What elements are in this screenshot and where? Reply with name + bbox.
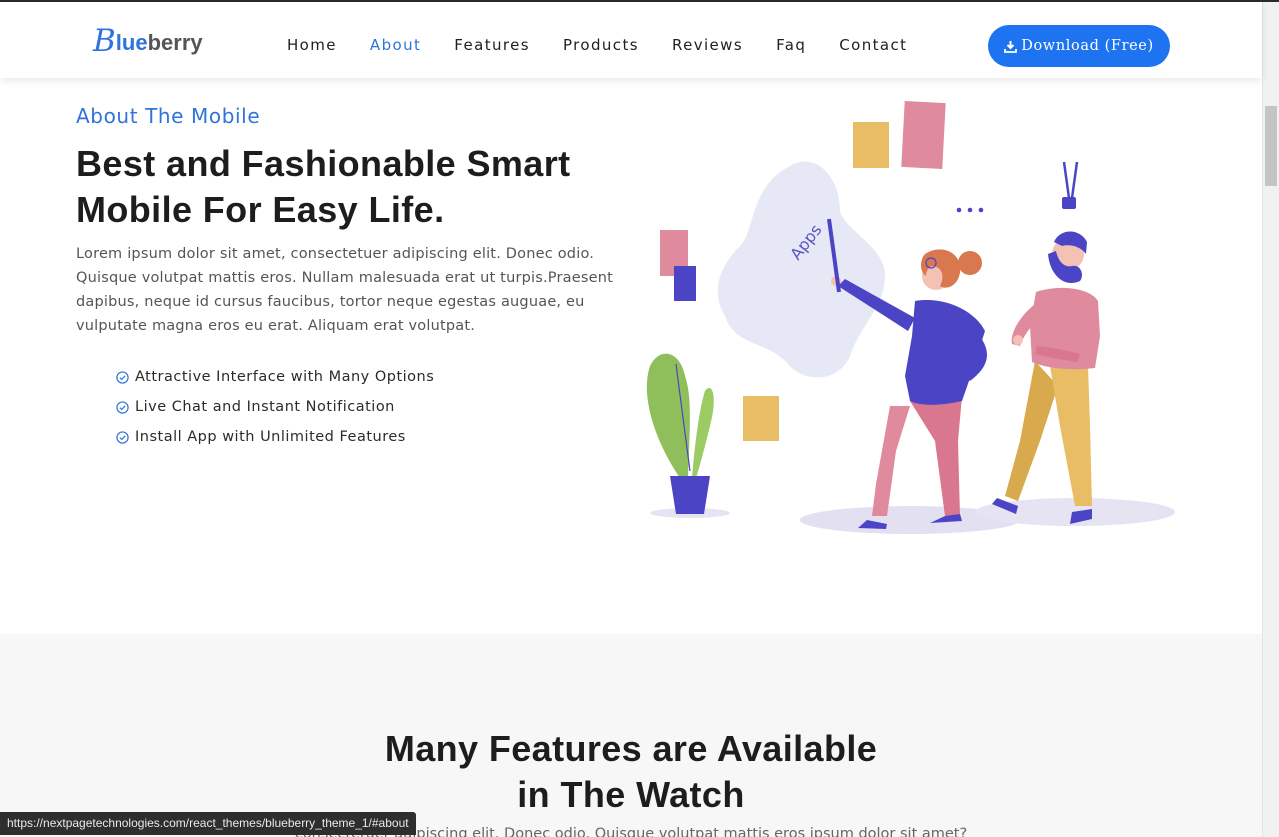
list-item: Live Chat and Instant Notification bbox=[116, 392, 434, 422]
page-scrollbar[interactable] bbox=[1262, 2, 1279, 837]
nav-reviews[interactable]: Reviews bbox=[672, 36, 743, 54]
about-kicker: About The Mobile bbox=[76, 104, 261, 128]
nav-about[interactable]: About bbox=[370, 36, 421, 54]
status-bar-url: https://nextpagetechnologies.com/react_t… bbox=[0, 812, 416, 835]
nav-products[interactable]: Products bbox=[563, 36, 639, 54]
logo-letter: B bbox=[93, 23, 116, 59]
features-title-line2: in The Watch bbox=[517, 774, 745, 815]
list-item: Install App with Unlimited Features bbox=[116, 422, 434, 452]
feature-text: Attractive Interface with Many Options bbox=[135, 369, 435, 385]
about-illustration: Apps bbox=[646, 100, 1175, 534]
main-nav: Home About Features Products Reviews Faq… bbox=[287, 36, 940, 54]
nav-faq[interactable]: Faq bbox=[776, 36, 806, 54]
about-title: Best and Fashionable Smart Mobile For Ea… bbox=[76, 143, 571, 230]
feature-text: Install App with Unlimited Features bbox=[135, 429, 406, 445]
nav-features[interactable]: Features bbox=[454, 36, 530, 54]
feature-text: Live Chat and Instant Notification bbox=[135, 399, 395, 415]
nav-home[interactable]: Home bbox=[287, 36, 337, 54]
scrollbar-thumb[interactable] bbox=[1265, 106, 1277, 186]
about-body: Lorem ipsum dolor sit amet, consectetuer… bbox=[76, 246, 614, 334]
about-feature-list: Attractive Interface with Many Options L… bbox=[116, 362, 434, 452]
features-title-line1: Many Features are Available bbox=[384, 728, 878, 769]
brand-logo[interactable]: B lue berry bbox=[93, 22, 203, 59]
site-header: B lue berry Home About Features Products… bbox=[0, 2, 1262, 78]
download-icon bbox=[1004, 40, 1018, 53]
download-button[interactable]: Download (Free) bbox=[988, 25, 1170, 67]
logo-gray-part: berry bbox=[147, 30, 203, 55]
check-circle-icon bbox=[116, 400, 129, 414]
download-button-label: Download (Free) bbox=[1021, 38, 1154, 54]
list-item: Attractive Interface with Many Options bbox=[116, 362, 434, 392]
check-circle-icon bbox=[116, 430, 129, 444]
logo-blue-part: lue bbox=[115, 30, 148, 55]
features-title: Many Features are Available in The Watch bbox=[0, 726, 1262, 818]
check-circle-icon bbox=[116, 370, 129, 384]
nav-contact[interactable]: Contact bbox=[839, 36, 907, 54]
